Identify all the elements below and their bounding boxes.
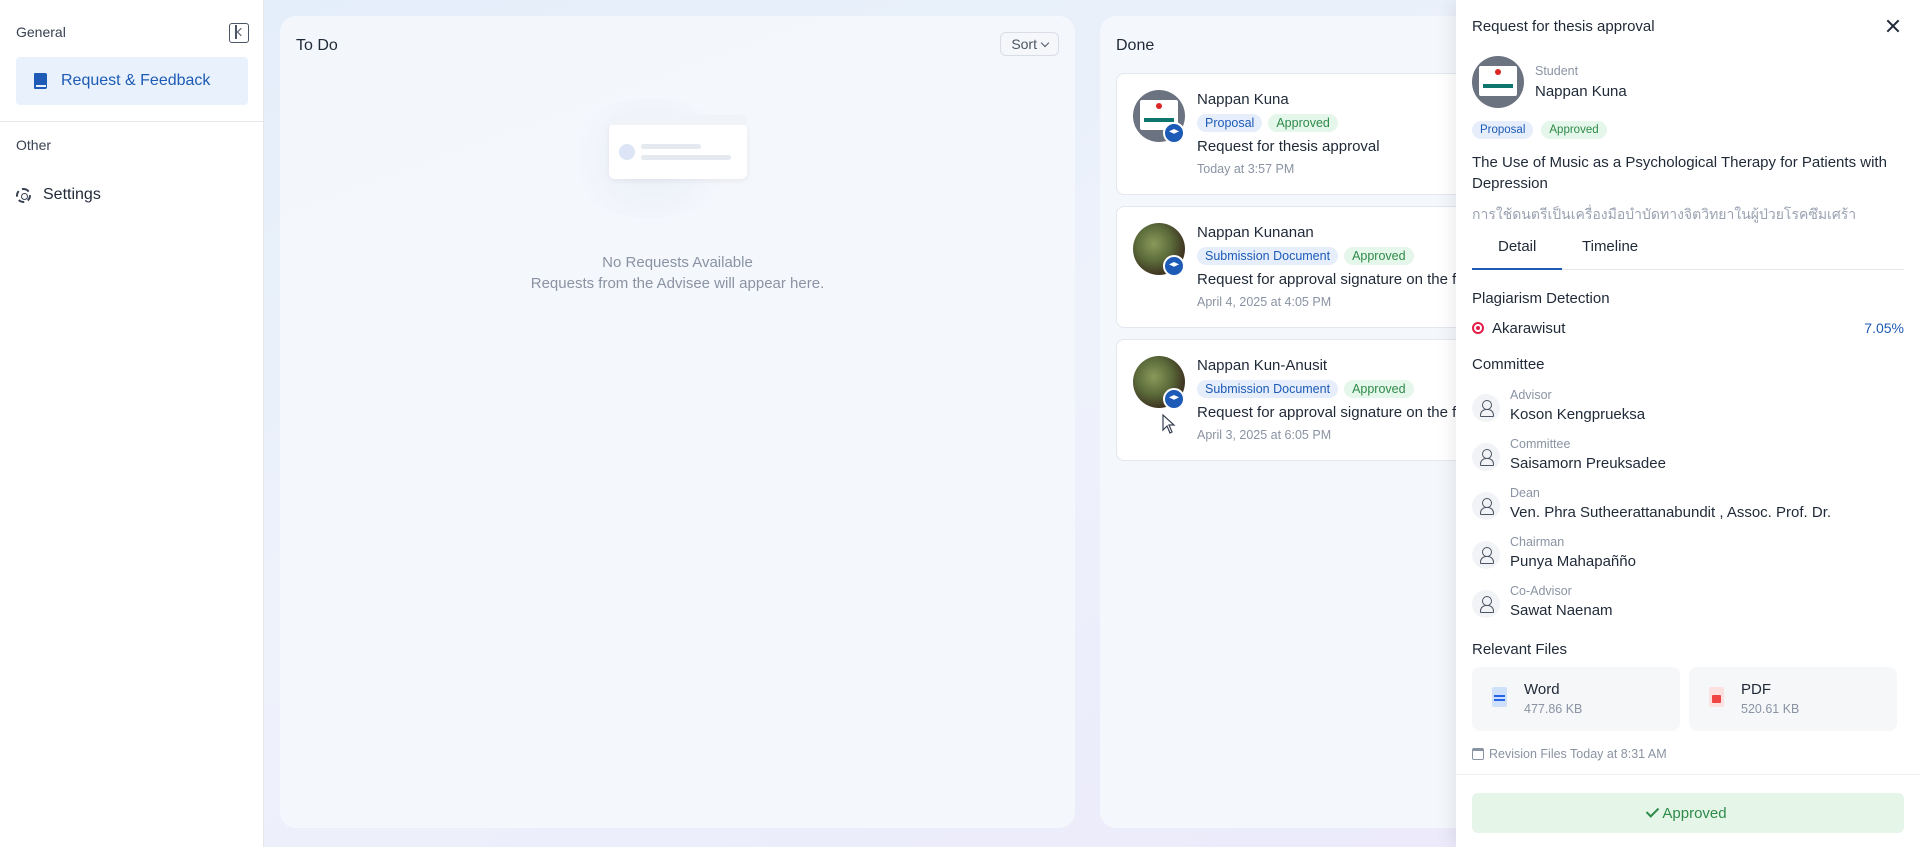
sidebar-item-label: Request & Feedback [61,72,211,89]
committee-section-title: Committee [1472,356,1545,373]
committee-member: Chairman Punya Mahapañño [1472,535,1904,579]
plagiarism-row: Akarawisut 7.05% [1472,318,1904,338]
committee-role: Chairman [1510,535,1565,549]
file-size: 520.61 KB [1741,702,1800,716]
type-badge: Submission Document [1197,380,1339,398]
plagiarism-tool-name: Akarawisut [1492,319,1566,337]
sidebar: General Request & Feedback Other Setting… [0,0,264,847]
sidebar-divider [0,121,264,122]
close-icon[interactable] [1884,17,1902,35]
committee-name: Saisamorn Preuksadee [1510,455,1666,472]
revision-files-link[interactable]: Revision Files Today at 8:31 AM [1472,747,1667,761]
chevron-down-icon [1040,38,1050,47]
sidebar-collapse-icon[interactable] [229,23,249,43]
graduate-badge-icon [1163,255,1185,277]
thesis-title-en: The Use of Music as a Psychological Ther… [1472,154,1887,192]
revision-files-text: Revision Files Today at 8:31 AM [1489,747,1667,761]
tab-timeline[interactable]: Timeline [1556,238,1664,270]
file-type: PDF [1741,681,1771,698]
card-student-name: Nappan Kuna [1197,91,1289,108]
committee-name: Punya Mahapañño [1510,553,1636,570]
person-icon [1472,492,1500,520]
file-size: 477.86 KB [1524,702,1583,716]
committee-member: Committee Saisamorn Preuksadee [1472,437,1904,481]
todo-title: To Do [296,37,338,54]
request-detail-panel: Request for thesis approval Student Napp… [1456,0,1920,847]
committee-name: Ven. Phra Sutheerattanabundit , Assoc. P… [1510,504,1832,521]
type-badge: Proposal [1197,114,1263,132]
committee-member: Co-Advisor Sawat Naenam [1472,584,1904,628]
plagiarism-tool-icon [1472,322,1484,334]
panel-divider [1456,774,1920,775]
person-icon [1472,443,1500,471]
committee-role: Committee [1510,437,1571,451]
sort-button[interactable]: Sort [1000,32,1059,56]
status-badge: Approved [1344,380,1414,398]
person-icon [1472,394,1500,422]
graduate-badge-icon [1163,388,1185,410]
plagiarism-section-title: Plagiarism Detection [1472,290,1610,307]
check-icon [1646,804,1660,818]
status-badge: Approved [1268,114,1338,132]
card-request-title: Request for approval signature on the f [1197,271,1457,288]
card-student-name: Nappan Kunanan [1197,224,1314,241]
card-request-title: Request for approval signature on the f [1197,404,1457,421]
file-card-pdf[interactable]: PDF 520.61 KB [1689,667,1897,731]
approved-label: Approved [1662,804,1727,822]
status-badge: Approved [1541,121,1607,139]
sidebar-item-request-feedback[interactable]: Request & Feedback [16,57,248,105]
committee-member: Advisor Koson Kengprueksa [1472,388,1904,432]
file-card-word[interactable]: Word 477.86 KB [1472,667,1680,731]
empty-illustration-card [609,115,747,179]
committee-role: Advisor [1510,388,1552,402]
sidebar-item-label: Settings [43,186,101,203]
committee-name: Sawat Naenam [1510,602,1613,619]
committee-name: Koson Kengprueksa [1510,406,1646,423]
card-date: April 4, 2025 at 4:05 PM [1197,295,1332,309]
graduate-badge-icon [1163,122,1185,144]
calendar-icon [1472,748,1484,760]
student-role-label: Student [1535,64,1579,78]
mouse-cursor-icon [1162,414,1176,434]
gear-icon [16,187,31,203]
word-file-icon [1492,687,1507,707]
committee-role: Dean [1510,486,1540,500]
empty-state-title: No Requests Available [602,254,753,271]
file-type: Word [1524,681,1560,698]
relevant-files-title: Relevant Files [1472,641,1568,658]
plagiarism-percentage[interactable]: 7.05% [1864,320,1904,336]
type-badge: Submission Document [1197,247,1339,265]
sort-label: Sort [1011,36,1037,52]
committee-role: Co-Advisor [1510,584,1572,598]
student-name: Nappan Kuna [1535,83,1627,100]
sidebar-section-other: Other [16,137,52,153]
pdf-file-icon [1709,687,1724,707]
card-date: April 3, 2025 at 6:05 PM [1197,428,1332,442]
type-badge: Proposal [1472,121,1534,139]
tab-detail[interactable]: Detail [1472,238,1563,270]
person-icon [1472,541,1500,569]
todo-column: To Do Sort No Requests Available Request… [280,16,1075,828]
status-badge: Approved [1344,247,1414,265]
card-request-title: Request for thesis approval [1197,138,1380,155]
thesis-title-th: การใช้ดนตรีเป็นเครื่องมือบำบัดทางจิตวิทย… [1472,206,1857,222]
card-student-name: Nappan Kun-Anusit [1197,357,1328,374]
person-icon [1472,590,1500,618]
avatar [1472,56,1524,108]
committee-member: Dean Ven. Phra Sutheerattanabundit , Ass… [1472,486,1904,530]
done-title: Done [1116,37,1155,54]
approved-button[interactable]: Approved [1472,793,1904,833]
detail-tabs: Detail Timeline [1472,232,1904,270]
sidebar-item-settings[interactable]: Settings [16,180,101,210]
card-date: Today at 3:57 PM [1197,162,1295,176]
sidebar-section-general: General [16,24,66,40]
book-icon [34,73,47,89]
panel-title: Request for thesis approval [1472,18,1655,35]
empty-state-subtitle: Requests from the Advisee will appear he… [530,275,825,292]
